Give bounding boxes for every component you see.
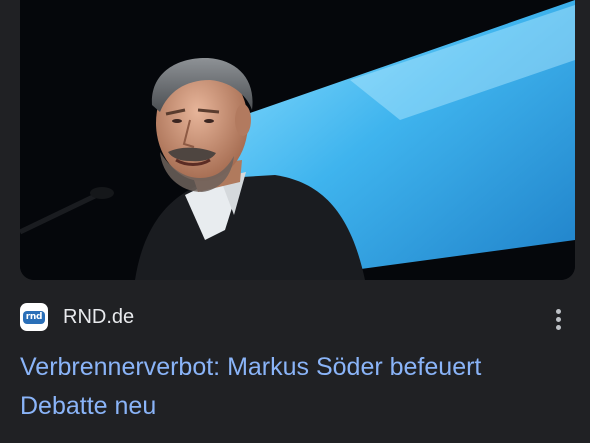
news-card[interactable]: rnd RND.de Verbrennerverbot: Markus Söde… (0, 0, 590, 443)
article-headline[interactable]: Verbrennerverbot: Markus Söder befeuert … (20, 348, 560, 426)
favicon-label: rnd (22, 310, 46, 324)
rnd-favicon-icon: rnd (20, 303, 48, 331)
source-name[interactable]: RND.de (63, 306, 134, 328)
source-row: rnd RND.de (20, 301, 575, 333)
article-thumbnail[interactable] (20, 0, 575, 280)
speaker-photo (20, 0, 575, 280)
more-vert-icon[interactable] (548, 301, 570, 333)
